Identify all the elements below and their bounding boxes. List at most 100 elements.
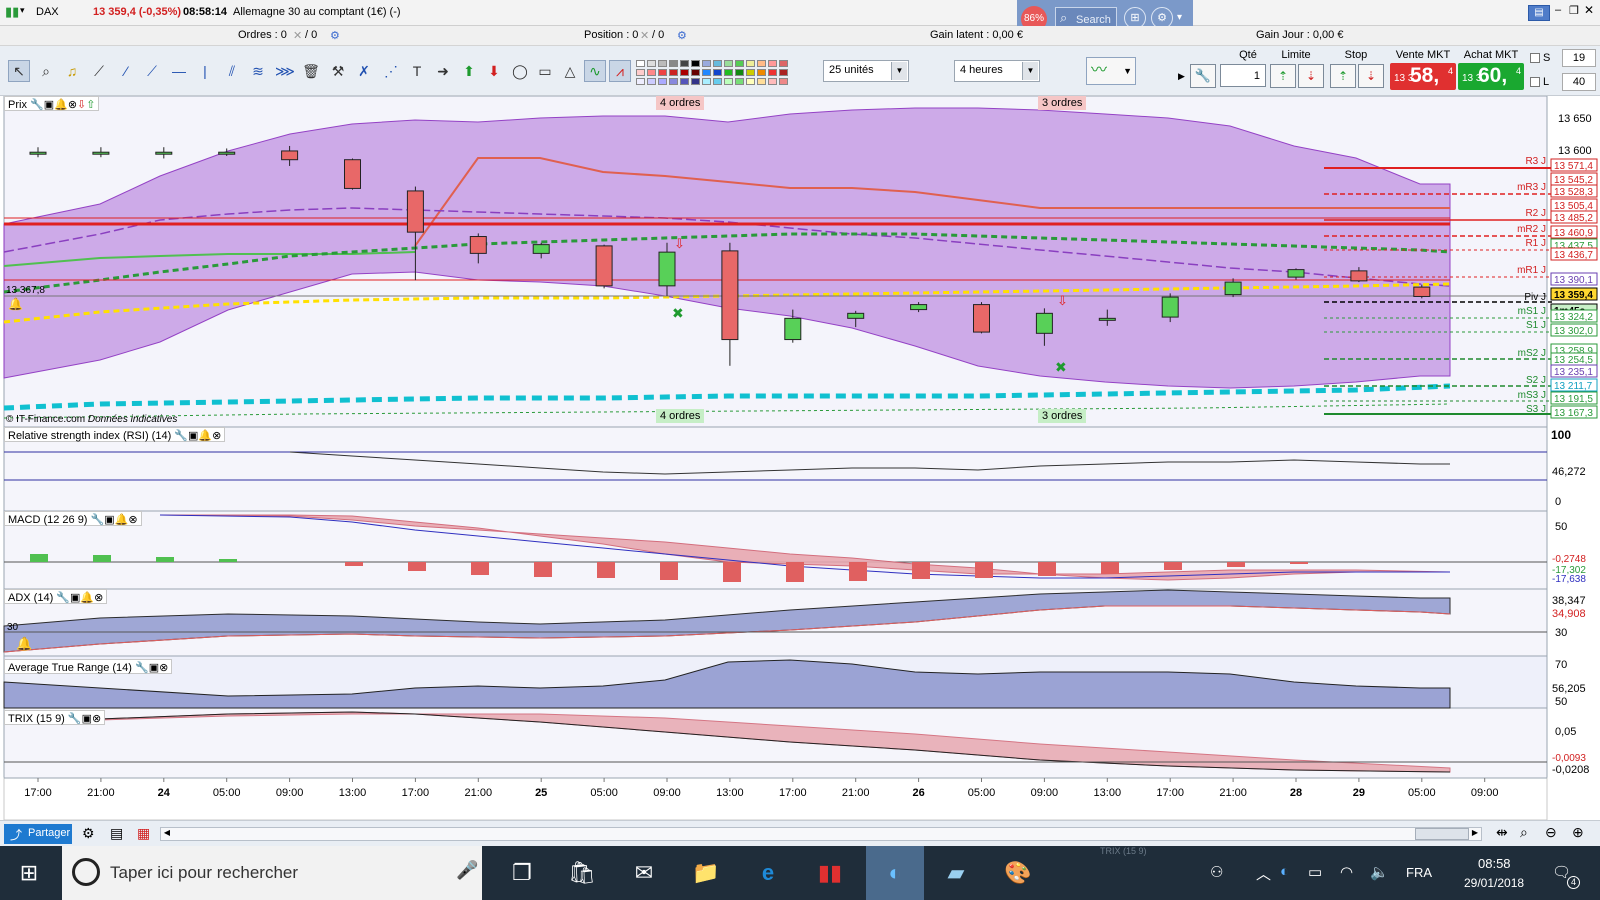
s-checkbox[interactable] [1530, 53, 1540, 63]
qty-input[interactable]: 1 [1220, 64, 1266, 87]
wrench-icon[interactable]: 🔧 [56, 592, 70, 604]
alert-tool-icon[interactable]: ♫ [61, 60, 83, 82]
zigzag-tool-icon[interactable]: ⩘ [609, 60, 631, 82]
triangle-tool-icon[interactable]: △ [559, 60, 581, 82]
bell-icon[interactable]: 🔔 [54, 99, 68, 111]
edge-icon[interactable]: e [748, 853, 788, 893]
down-arrow-icon[interactable]: ⇩ [77, 99, 86, 111]
scroll-left-icon[interactable]: ◀ [161, 828, 173, 840]
wifi-icon[interactable]: ◠ [1340, 863, 1353, 881]
trading-app-icon[interactable]: ▮▮ [810, 853, 850, 893]
bell-icon[interactable]: 🔔 [115, 514, 129, 526]
window-icon[interactable]: ▣ [82, 713, 92, 725]
l-value[interactable]: 40 [1562, 73, 1596, 91]
close-icon[interactable]: ⊗ [68, 99, 77, 111]
stop-buy-icon[interactable]: ⇡ [1330, 64, 1356, 88]
line-tool-icon[interactable]: ⟋ [141, 60, 163, 82]
ruler-tool-icon[interactable]: ⟋ [88, 60, 110, 82]
stop-sell-icon[interactable]: ⇣ [1358, 64, 1384, 88]
buy-market-button[interactable]: 13 3 60, 4 [1458, 63, 1524, 90]
horizontal-line-icon[interactable]: — [168, 60, 190, 82]
s-value[interactable]: 19 [1562, 49, 1596, 67]
position-clear-icon[interactable]: ✕ [640, 29, 649, 42]
close-icon[interactable]: ⊗ [92, 713, 101, 725]
mail-icon[interactable]: ✉ [624, 853, 664, 893]
zoom-in-icon[interactable]: ⊕ [1572, 824, 1584, 841]
limit-buy-icon[interactable]: ⇡ [1270, 64, 1296, 88]
keyboard-icon[interactable]: ▤ [1528, 5, 1550, 21]
bell-icon[interactable]: 🔔 [16, 636, 32, 651]
expand-icon[interactable]: ▶ [1178, 64, 1190, 88]
trendline-tool-icon[interactable]: ⋰ [380, 60, 402, 82]
window-icon[interactable]: ▣ [188, 430, 198, 442]
close-icon[interactable]: ⊗ [159, 662, 168, 674]
zoom-out-icon[interactable]: ⊖ [1545, 824, 1557, 841]
limit-sell-icon[interactable]: ⇣ [1298, 64, 1324, 88]
order-tag[interactable]: 3 ordres [1038, 96, 1087, 110]
scroll-thumb[interactable] [1415, 828, 1469, 840]
segment-tool-icon[interactable]: ⁄ [115, 60, 137, 82]
window-icon[interactable]: ▣ [44, 99, 54, 111]
close-icon[interactable]: ✕ [1584, 3, 1594, 17]
tools-icon[interactable]: ⚒ [327, 60, 349, 82]
buy-arrow-icon[interactable]: ⬆ [458, 60, 480, 82]
orders-clear-icon[interactable]: ✕ [293, 29, 302, 42]
share-button[interactable]: ⤴ Partager [4, 824, 72, 844]
window-icon[interactable]: ▣ [70, 592, 80, 604]
chart-area[interactable]: R3 J mR3 J R2 J mR2 J R1 J mR1 J Piv J mS1 J S1 … [0, 95, 1600, 821]
wrench-icon[interactable]: 🔧 [174, 430, 188, 442]
list-icon[interactable]: ▤ [110, 825, 123, 842]
window-icon[interactable]: ▣ [149, 662, 159, 674]
wrench-icon[interactable]: 🔧 [91, 514, 105, 526]
layout-icon[interactable]: ⚙ [82, 825, 95, 842]
close-icon[interactable]: ⊗ [212, 430, 221, 442]
ellipse-tool-icon[interactable]: ◯ [509, 60, 531, 82]
windows-start-icon[interactable]: ⊞ [9, 853, 49, 893]
fibonacci-tool-icon[interactable]: ≋ [247, 60, 269, 82]
grid-icon[interactable]: ▦ [137, 825, 150, 842]
taskbar-search[interactable]: Taper ici pour rechercher 🎤 [62, 846, 482, 900]
bell-icon[interactable]: 🔔 [80, 592, 94, 604]
microphone-icon[interactable]: 🎤 [456, 860, 478, 881]
restore-icon[interactable]: ❐ [1569, 4, 1579, 17]
vertical-line-icon[interactable]: | [194, 60, 216, 82]
bell-icon[interactable]: 🔔 [8, 297, 23, 311]
wave-tool-icon[interactable]: ∿ [584, 60, 606, 82]
language-indicator[interactable]: FRA [1406, 865, 1432, 880]
wrench-icon[interactable]: 🔧 [1190, 64, 1216, 88]
orders-settings-icon[interactable]: ⚙ [330, 29, 340, 42]
arrow-tool-icon[interactable]: ➜ [432, 60, 454, 82]
units-select[interactable]: 25 unités ▼ [823, 60, 909, 82]
volume-icon[interactable]: 🔈 [1370, 863, 1389, 881]
up-arrow-icon[interactable]: ⇧ [86, 99, 95, 111]
horizontal-scrollbar[interactable]: ◀ ▶ [160, 827, 1482, 841]
wrench-icon[interactable]: 🔧 [135, 662, 149, 674]
gann-tool-icon[interactable]: ⋙ [274, 60, 296, 82]
fit-icon[interactable]: ⇹ [1496, 824, 1508, 841]
paint-icon[interactable]: 🎨 [998, 853, 1038, 893]
app-tray-icon[interactable]: ◐ [1280, 863, 1289, 880]
close-icon[interactable]: ⊗ [94, 592, 103, 604]
chevron-down-icon[interactable]: ▾ [20, 5, 25, 16]
rectangle-tool-icon[interactable]: ▭ [534, 60, 556, 82]
wrench-icon[interactable]: 🔧 [68, 713, 82, 725]
color-palette[interactable] [636, 58, 792, 85]
store-icon[interactable]: 🛍 [562, 853, 602, 893]
taskbar-date[interactable]: 29/01/2018 [1464, 876, 1524, 890]
zoom-reset-icon[interactable]: ⌕ [1520, 824, 1528, 841]
window-icon[interactable]: ▣ [104, 514, 114, 526]
order-tag[interactable]: 3 ordres [1038, 409, 1087, 423]
chart-svg[interactable]: R3 J mR3 J R2 J mR2 J R1 J mR1 J Piv J mS1 J S1 … [0, 95, 1600, 821]
position-settings-icon[interactable]: ⚙ [677, 29, 687, 42]
channel-tool-icon[interactable]: ⫽ [221, 60, 243, 82]
trash-icon[interactable]: 🗑 [300, 60, 322, 82]
close-icon[interactable]: ⊗ [128, 514, 137, 526]
zoom-tool-icon[interactable]: ⌕ [35, 60, 57, 82]
wrench-icon[interactable]: 🔧 [30, 99, 44, 111]
active-app-icon[interactable]: ◐ [866, 846, 924, 900]
order-tag[interactable]: 4 ordres [656, 96, 705, 110]
battery-icon[interactable]: ▭ [1308, 863, 1322, 881]
text-tool-icon[interactable]: T [406, 60, 428, 82]
pointer-tool-icon[interactable]: ↖ [8, 60, 30, 82]
folder-icon[interactable]: 📁 [686, 853, 726, 893]
